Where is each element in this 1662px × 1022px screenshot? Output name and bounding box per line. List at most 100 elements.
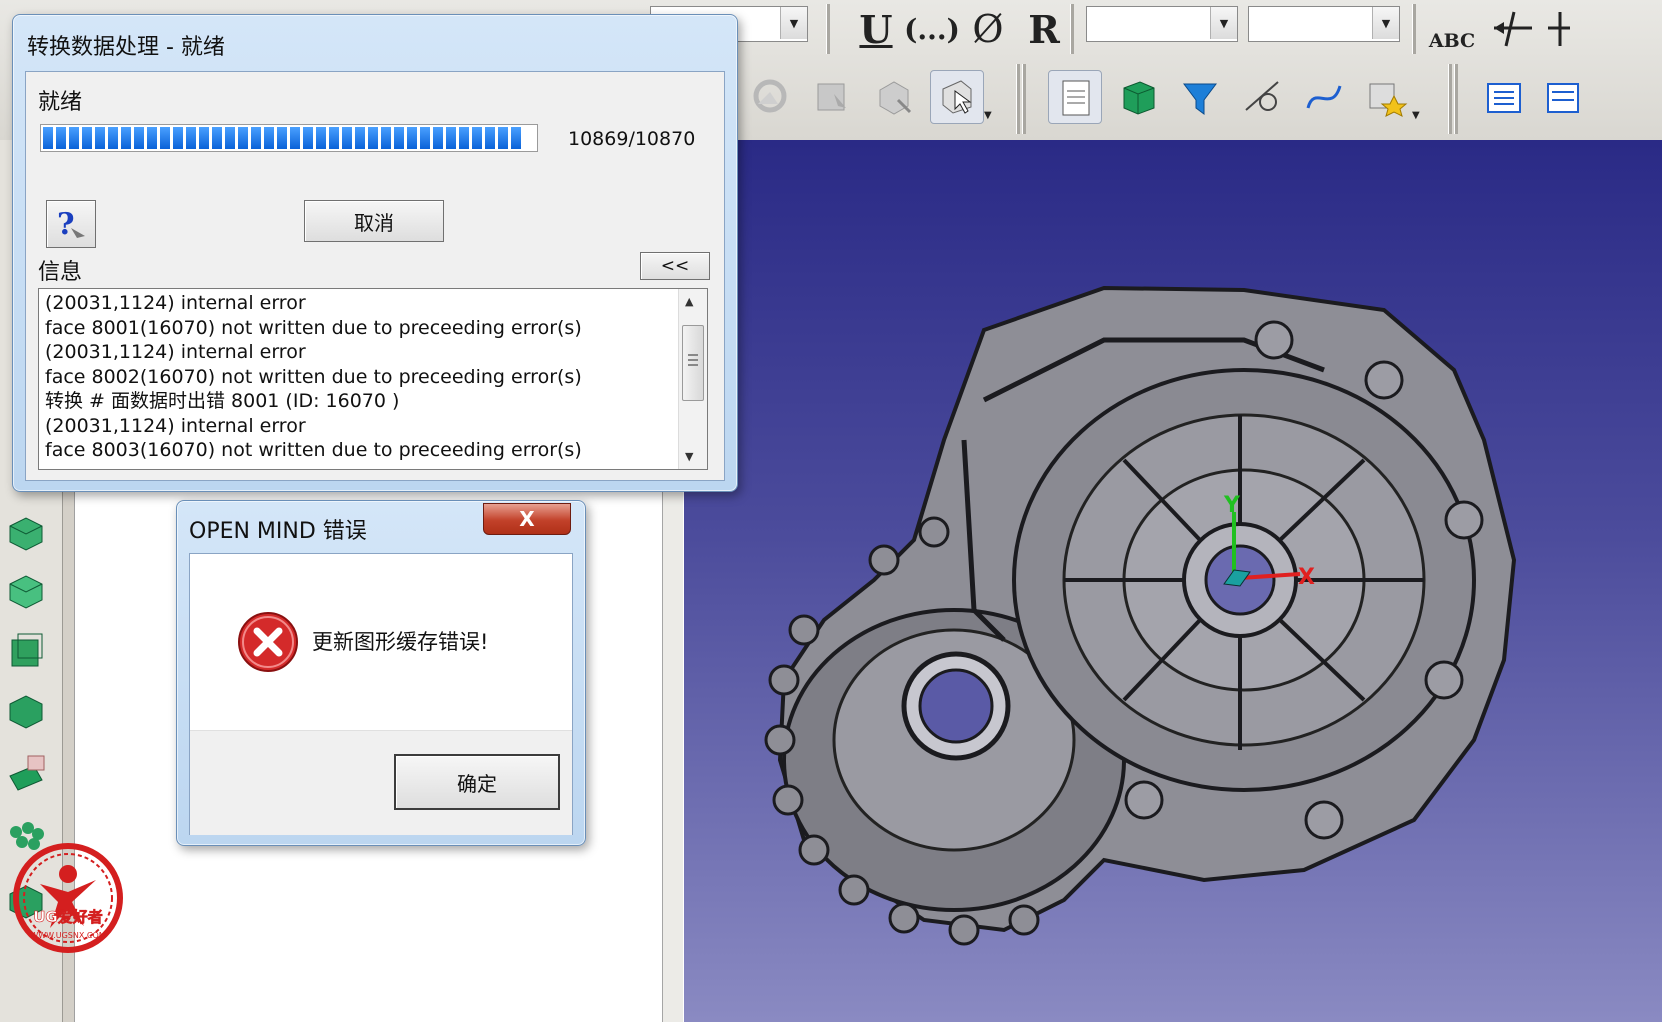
rotate-view-icon[interactable] <box>744 70 796 122</box>
toolbar-combo-2[interactable]: ▼ <box>1086 6 1238 42</box>
progress-segment <box>56 127 66 149</box>
close-button[interactable]: X <box>483 503 571 535</box>
progress-segment <box>498 127 508 149</box>
cancel-button[interactable]: 取消 <box>304 200 444 242</box>
log-line: (20031,1124) internal error <box>45 341 306 363</box>
report-icon[interactable] <box>1478 72 1530 124</box>
scroll-up-icon[interactable]: ▲ <box>685 295 693 308</box>
zoom-view-icon[interactable] <box>868 70 920 122</box>
dialog-client-area: 就绪 10869/10870 ? 取消 信息 << (20031,1124) i… <box>25 71 725 481</box>
offset-curve-icon[interactable] <box>1236 70 1288 122</box>
watermark-url: WWW.UGSNX.COM <box>30 931 105 940</box>
message-log[interactable]: (20031,1124) internal error face 8001(16… <box>38 288 708 470</box>
format-toolbar: U (...) Ø R <box>850 0 1070 58</box>
progress-segment <box>472 127 482 149</box>
view-toolbar <box>744 70 984 134</box>
log-line: face 8001(16070) not written due to prec… <box>45 316 582 339</box>
scroll-thumb[interactable] <box>682 325 704 401</box>
progress-segment <box>459 127 469 149</box>
solid-box-icon[interactable] <box>1112 70 1164 122</box>
underline-button[interactable]: U <box>850 4 902 54</box>
pan-view-icon[interactable] <box>806 70 858 122</box>
progress-segment <box>69 127 79 149</box>
gearbox-housing-model[interactable]: Y X <box>684 140 1662 1022</box>
help-question-icon: ? <box>57 207 85 242</box>
progress-segment <box>316 127 326 149</box>
progress-segment <box>147 127 157 149</box>
progress-segment <box>381 127 391 149</box>
ok-button[interactable]: 确定 <box>394 754 560 810</box>
ugsnx-watermark-logo: UG爱好者 WWW.UGSNX.COM <box>13 843 123 953</box>
solid-cube-icon[interactable] <box>4 512 48 556</box>
progress-segment <box>433 127 443 149</box>
svg-text:?: ? <box>57 207 75 242</box>
error-dialog-title: OPEN MIND 错误 <box>189 519 367 544</box>
progress-segment <box>160 127 170 149</box>
solid-cube-icon[interactable] <box>4 690 48 734</box>
progress-segment <box>355 127 365 149</box>
info-label: 信息 <box>38 260 83 285</box>
log-scrollbar[interactable]: ▲ ▼ <box>678 289 707 469</box>
error-dialog-client: 更新图形缓存错误! 确定 <box>189 553 573 835</box>
collapse-button[interactable]: << <box>640 252 710 280</box>
error-message: 更新图形缓存错误! <box>312 630 489 654</box>
feature-wizard-icon[interactable] <box>1360 70 1412 122</box>
progress-segment <box>394 127 404 149</box>
progress-segment <box>173 127 183 149</box>
progress-segment <box>446 127 456 149</box>
progress-segment <box>368 127 378 149</box>
geometry-toolbar <box>1048 70 1412 134</box>
radius-button[interactable]: R <box>1018 4 1070 54</box>
document-icon[interactable] <box>1048 70 1102 124</box>
status-label: 就绪 <box>38 90 83 115</box>
progress-segment <box>134 127 144 149</box>
progress-segment <box>251 127 261 149</box>
text-abc-button[interactable]: ABC <box>1424 12 1480 52</box>
chevron-down-icon[interactable]: ▼ <box>1210 7 1237 39</box>
progress-segment <box>238 127 248 149</box>
dimension-arrow-icon[interactable] <box>1488 6 1538 50</box>
dropdown-arrow-icon[interactable]: ▼ <box>984 110 992 121</box>
progress-segment <box>108 127 118 149</box>
progress-segment <box>303 127 313 149</box>
progress-segment <box>121 127 131 149</box>
progress-segment <box>277 127 287 149</box>
log-line: (20031,1124) internal error <box>45 414 306 437</box>
progress-count: 10869/10870 <box>568 128 696 150</box>
help-button[interactable]: ? <box>46 200 96 248</box>
face-icon[interactable] <box>4 752 48 796</box>
extrude-icon[interactable] <box>4 630 48 674</box>
progress-segment <box>290 127 300 149</box>
progress-segment <box>225 127 235 149</box>
spline-curve-icon[interactable] <box>1298 70 1350 122</box>
conversion-progress-dialog: 转换数据处理 - 就绪 就绪 10869/10870 ? 取消 信息 << (2… <box>12 14 738 492</box>
chevron-down-icon[interactable]: ▼ <box>1372 7 1399 39</box>
log-lines: (20031,1124) internal error face 8001(16… <box>39 289 707 463</box>
progress-segment <box>186 127 196 149</box>
log-line: face 8003(16070) not written due to prec… <box>45 439 582 461</box>
select-view-icon[interactable] <box>930 70 984 124</box>
dropdown-arrow-icon[interactable]: ▼ <box>1412 110 1420 121</box>
diameter-button[interactable]: Ø <box>962 4 1014 54</box>
chevron-down-icon[interactable]: ▼ <box>780 7 807 39</box>
progress-segment <box>342 127 352 149</box>
error-icon <box>238 612 298 672</box>
log-line: face 8002(16070) not written due to prec… <box>45 365 582 388</box>
funnel-surface-icon[interactable] <box>1174 70 1226 122</box>
progress-segment <box>407 127 417 149</box>
dimension-arrow-icon[interactable] <box>1544 6 1574 50</box>
toolbar-combo-3[interactable]: ▼ <box>1248 6 1400 42</box>
progress-segment <box>43 127 53 149</box>
progress-segment <box>82 127 92 149</box>
progress-segment <box>95 127 105 149</box>
error-dialog: OPEN MIND 错误 X 更新图形缓存错误! 确定 <box>176 500 586 846</box>
watermark-text: UG爱好者 <box>33 908 103 926</box>
list-icon[interactable] <box>1534 72 1586 124</box>
parentheses-button[interactable]: (...) <box>904 4 960 54</box>
3d-viewport[interactable]: Y X <box>684 140 1662 1022</box>
solid-cube-icon[interactable] <box>4 570 48 614</box>
progress-segment <box>511 127 521 149</box>
progress-segment <box>420 127 430 149</box>
progress-segment <box>212 127 222 149</box>
scroll-down-icon[interactable]: ▼ <box>685 450 693 463</box>
